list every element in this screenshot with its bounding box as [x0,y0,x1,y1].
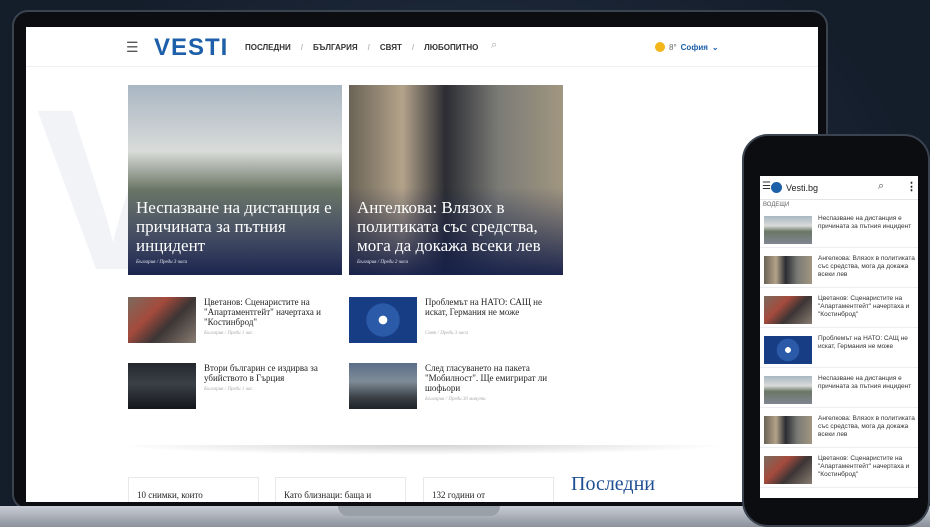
nav-separator: / [411,43,415,52]
laptop-screen: V ☰ VESTI ПОСЛЕДНИ / БЪЛГАРИЯ / СВЯТ / Л… [26,27,818,502]
sun-icon [655,42,665,52]
phone-list-item[interactable]: Неспазване на дистанция е причината за п… [760,210,918,248]
phone-screen: ☰ Vesti.bg ⌕ ⋮ ВОДЕЩИ Неспазване на дист… [760,176,918,498]
phone-item-title[interactable]: Ангелкова: Влязох в политиката със средс… [818,255,916,279]
phone-thumbnail [764,416,812,444]
top-navigation: ☰ VESTI ПОСЛЕДНИ / БЪЛГАРИЯ / СВЯТ / ЛЮБ… [26,27,818,67]
bottom-story-headline[interactable]: 132 години от [432,490,485,500]
latest-news-heading[interactable]: Последни [571,473,655,496]
phone-list-item[interactable]: Ангелкова: Влязох в политиката със средс… [760,410,918,448]
more-options-icon[interactable]: ⋮ [906,180,917,193]
story-thumbnail [349,297,417,343]
phone-list-item[interactable]: Цветанов: Сценаристите на "Апартаментгей… [760,450,918,488]
nav-item-curious[interactable]: ЛЮБОПИТНО [424,43,478,52]
phone-list-item[interactable]: Цветанов: Сценаристите на "Апартаментгей… [760,290,918,328]
nav-separator: / [300,43,303,52]
featured-meta: България / Преди 3 часа [136,260,188,265]
nav-menu: ПОСЛЕДНИ / БЪЛГАРИЯ / СВЯТ / ЛЮБОПИТНО [245,43,478,52]
story-thumbnail [128,297,196,343]
nav-item-bulgaria[interactable]: БЪЛГАРИЯ [313,43,358,52]
bottom-story-card[interactable]: 132 години от [423,477,554,502]
search-icon[interactable]: ⌕ [878,180,884,193]
phone-thumbnail [764,376,812,404]
laptop-notch [338,506,500,516]
featured-meta: България / Преди 2 часа [357,260,409,265]
nav-separator: / [367,43,370,52]
phone-app-title: Vesti.bg [786,183,819,193]
featured-story[interactable]: Ангелкова: Влязох в политиката със средс… [349,85,563,275]
phone-item-title[interactable]: Цветанов: Сценаристите на "Апартаментгей… [818,455,916,479]
phone-thumbnail [764,336,812,364]
phone-list-item[interactable]: Неспазване на дистанция е причината за п… [760,370,918,408]
weather-city[interactable]: София [681,43,708,52]
phone-section-label: ВОДЕЩИ [763,202,790,208]
menu-icon[interactable]: ☰ [126,39,139,56]
featured-story[interactable]: Неспазване на дистанция е причината за п… [128,85,342,275]
phone-thumbnail [764,256,812,284]
phone-item-title[interactable]: Ангелкова: Влязох в политиката със средс… [818,415,916,439]
nav-item-latest[interactable]: ПОСЛЕДНИ [245,43,291,52]
phone-thumbnail [764,456,812,484]
phone-list-item[interactable]: Ангелкова: Влязох в политиката със средс… [760,250,918,288]
featured-headline[interactable]: Ангелкова: Влязох в политиката със средс… [357,198,561,255]
story-card[interactable]: Проблемът на НАТО: САЩ не искат, Германи… [349,297,564,347]
bottom-story-headline[interactable]: 10 снимки, които [137,490,203,500]
story-card[interactable]: Втори българин се издирва за убийството … [128,363,343,413]
phone-list-item[interactable]: Проблемът на НАТО: САЩ не искат, Германи… [760,330,918,368]
story-thumbnail [128,363,196,409]
nav-item-world[interactable]: СВЯТ [380,43,402,52]
story-card[interactable]: Цветанов: Сценаристите на "Апартаментгей… [128,297,343,347]
search-icon[interactable]: ⌕ [491,39,497,52]
story-meta: Свят / Преди 3 часа [425,331,468,336]
presentation-background: V ☰ VESTI ПОСЛЕДНИ / БЪЛГАРИЯ / СВЯТ / Л… [0,0,930,527]
phone-item-title[interactable]: Неспазване на дистанция е причината за п… [818,375,916,391]
story-meta: България / Преди 1 час [204,387,253,392]
story-meta: България / Преди 1 час [204,331,253,336]
story-headline[interactable]: Цветанов: Сценаристите на "Апартаментгей… [204,297,342,327]
section-divider [112,445,732,455]
phone-thumbnail [764,296,812,324]
featured-headline[interactable]: Неспазване на дистанция е причината за п… [136,198,340,255]
story-thumbnail [349,363,417,409]
laptop-frame: V ☰ VESTI ПОСЛЕДНИ / БЪЛГАРИЯ / СВЯТ / Л… [12,10,828,510]
bottom-story-card[interactable]: 10 снимки, които [128,477,259,502]
phone-item-title[interactable]: Проблемът на НАТО: САЩ не искат, Германи… [818,335,916,351]
phone-frame: ☰ Vesti.bg ⌕ ⋮ ВОДЕЩИ Неспазване на дист… [742,134,930,527]
vesti-logo[interactable]: VESTI [154,34,228,62]
phone-item-title[interactable]: Неспазване на дистанция е причината за п… [818,215,916,231]
bottom-story-card[interactable]: Като близнаци: баща и [275,477,406,502]
story-card[interactable]: След гласуването на пакета "Мобилност". … [349,363,564,413]
story-headline[interactable]: Проблемът на НАТО: САЩ не искат, Германи… [425,297,563,317]
story-headline[interactable]: След гласуването на пакета "Мобилност". … [425,363,563,393]
chevron-down-icon[interactable]: ⌄ [712,43,719,52]
phone-item-title[interactable]: Цветанов: Сценаристите на "Апартаментгей… [818,295,916,319]
phone-app-bar: ☰ Vesti.bg ⌕ ⋮ [760,176,918,200]
weather-widget[interactable]: 8° София ⌄ [655,42,719,52]
vesti-app-icon [771,182,782,193]
phone-thumbnail [764,216,812,244]
story-headline[interactable]: Втори българин се издирва за убийството … [204,363,342,383]
menu-icon[interactable]: ☰ [762,181,771,192]
bottom-story-headline[interactable]: Като близнаци: баща и [284,490,371,500]
story-meta: България / Преди 30 минути [425,397,486,402]
weather-temperature: 8° [669,42,677,52]
